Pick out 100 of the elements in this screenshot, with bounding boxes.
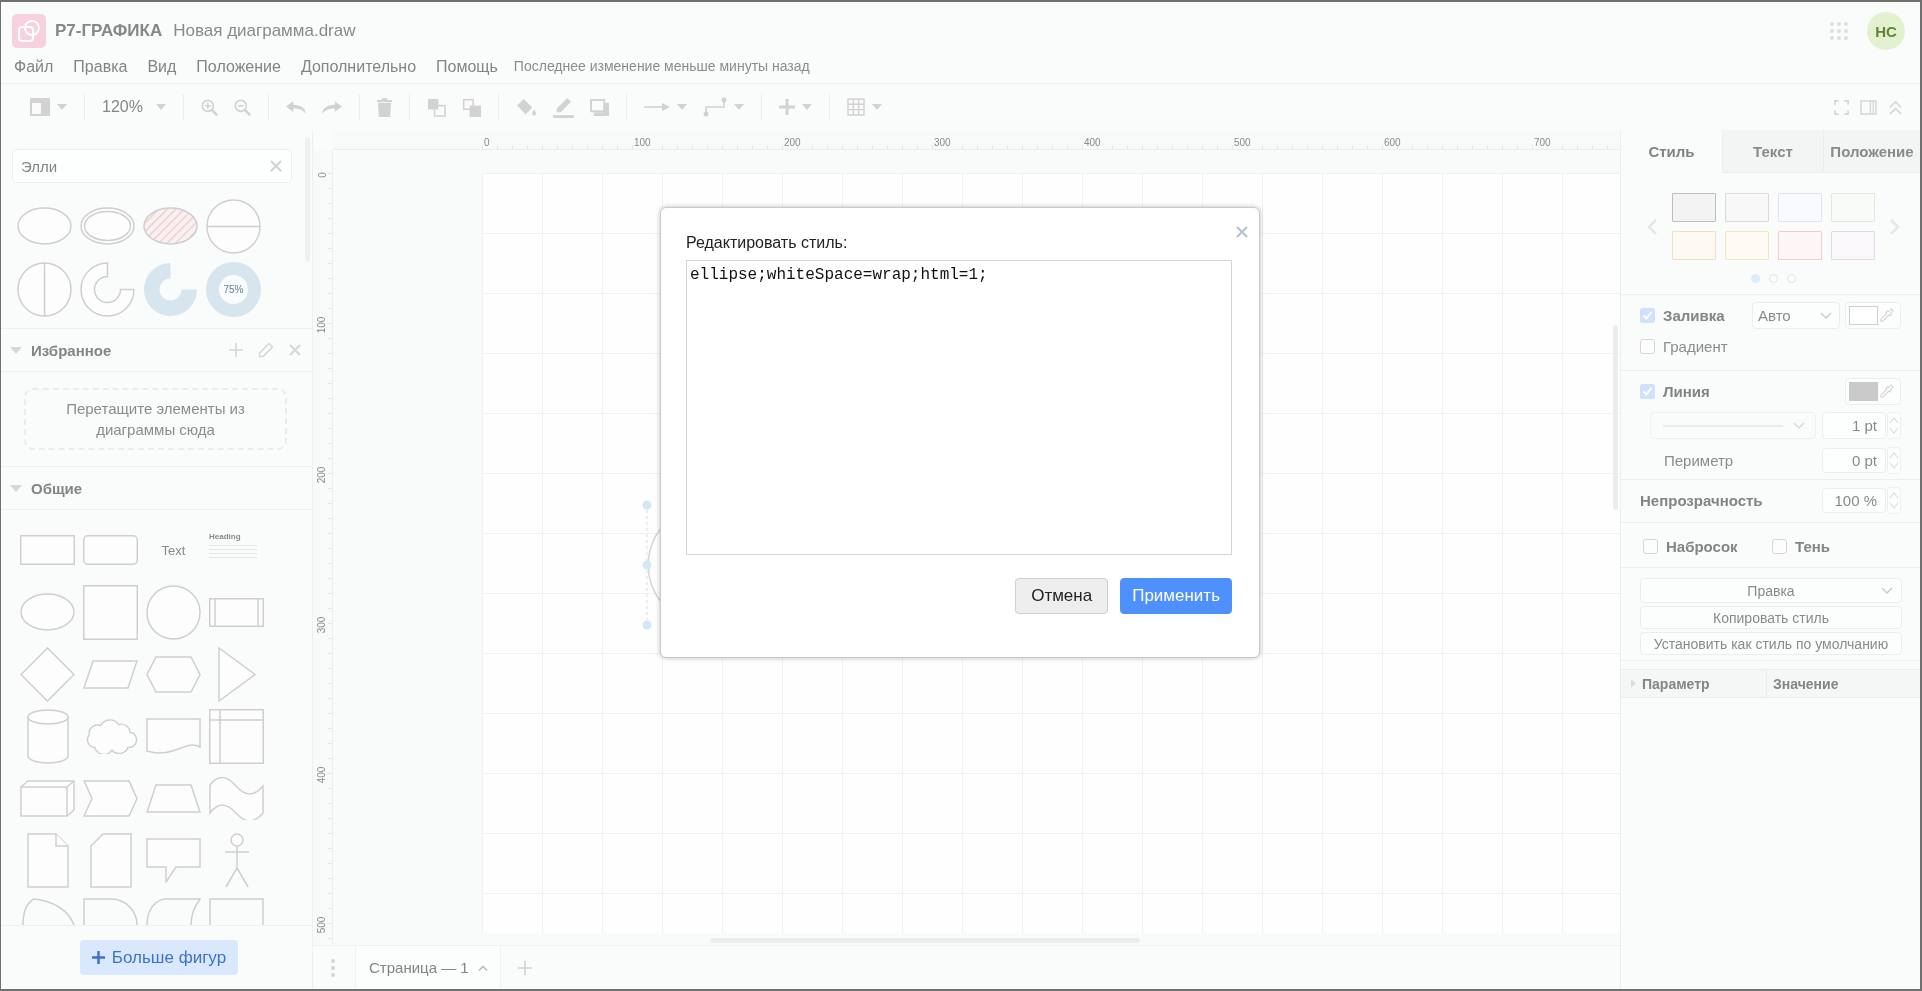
apply-button[interactable]: Применить [1120,578,1232,614]
checkbox[interactable] [1643,538,1658,554]
perimeter-field[interactable]: 0 pt [1822,448,1886,473]
add-page-icon[interactable] [517,960,532,975]
opacity-field[interactable]: 100 % [1822,488,1886,513]
partial-ring-shape[interactable] [80,261,135,317]
parallelogram-shape[interactable] [83,659,138,689]
side-panel-icon[interactable] [1860,99,1877,115]
hexagon-shape[interactable] [146,655,201,693]
text-shape[interactable]: Text [161,542,186,558]
copy-style-button[interactable]: Копировать стиль [1640,606,1902,629]
menu-item[interactable]: Положение [186,57,291,76]
style-preset[interactable] [1831,231,1875,260]
page-tab[interactable]: Страница — 1 [355,946,501,989]
tape-shape[interactable] [209,776,264,820]
style-preset[interactable] [1672,231,1716,260]
search-field[interactable]: Элли [12,149,292,183]
menu-item[interactable]: Файл [4,57,64,76]
more-options-icon[interactable] [331,958,335,977]
eyedropper-icon [1879,384,1894,399]
overlapping-squares-icon [426,97,446,117]
checkbox[interactable] [1640,308,1655,323]
fill-color-button[interactable] [1845,302,1901,329]
diamond-shape[interactable] [20,646,75,702]
double-ellipse-shape[interactable] [80,207,135,245]
curved-shape[interactable] [146,898,201,925]
document-title[interactable]: Новая диаграмма.draw [173,21,356,41]
user-avatar[interactable]: НС [1867,12,1905,50]
callout-shape[interactable] [146,837,201,883]
caret-icon [676,104,687,110]
line-style-dropdown[interactable] [1650,412,1816,439]
triangle-right-icon[interactable] [1631,679,1636,688]
document-shape[interactable] [146,717,201,755]
note-shape[interactable] [26,832,69,888]
cube-shape[interactable] [20,779,75,817]
process-shape[interactable] [209,597,264,627]
line-color-button[interactable] [1845,378,1901,405]
ellipse-shape[interactable] [17,207,72,245]
zoom-dropdown[interactable]: 120% [94,94,174,120]
checkbox[interactable] [1640,338,1655,354]
delay-shape[interactable] [83,898,138,925]
double-chevron-up-icon[interactable] [1888,99,1903,115]
circle-shape[interactable] [146,584,201,640]
checkbox[interactable] [1772,538,1787,554]
more-shapes-button[interactable]: Больше фигур [80,940,238,975]
stepper-icon[interactable] [1887,412,1901,439]
page-dot-icon[interactable] [1751,274,1760,283]
panel-tab[interactable]: Положение [1823,130,1920,173]
close-icon[interactable] [1236,226,1248,238]
cylinder-shape[interactable] [26,708,69,764]
pencil-icon[interactable] [258,342,274,358]
menu-item[interactable]: Дополнительно [290,57,427,76]
resize-handle-icon[interactable] [642,560,652,570]
ellipse-shape[interactable] [20,593,75,631]
style-preset[interactable] [1778,231,1822,260]
menu-item[interactable]: Вид [137,57,187,76]
ruler-label: 0 [484,137,490,148]
resize-handle-icon[interactable] [642,620,652,630]
stepper-icon[interactable] [1887,487,1901,514]
donut-shape[interactable]: 75% [206,261,261,317]
menu-item[interactable]: Помощь [426,57,508,76]
checkbox[interactable] [1640,384,1655,399]
color-swatch-icon [1849,382,1878,401]
close-icon[interactable] [289,344,301,356]
rectangle-shape[interactable] [20,535,75,565]
style-text-field[interactable]: ellipse;whiteSpace=wrap;html=1; [686,260,1232,555]
halved-circle-shape[interactable] [206,198,261,254]
square-shape[interactable] [83,584,138,640]
triangle-down-icon[interactable] [10,346,22,354]
apps-grid-icon[interactable] [1830,22,1848,40]
internal-storage-shape[interactable] [209,708,264,764]
close-icon[interactable] [270,160,282,172]
thick-arc-shape[interactable] [143,261,198,317]
fullscreen-icon[interactable] [1834,99,1849,115]
triangle-shape[interactable] [217,646,256,702]
step-shape[interactable] [83,779,138,817]
line-width-field[interactable]: 1 pt [1822,412,1886,439]
actor-shape[interactable] [222,832,251,888]
resize-handle-icon[interactable] [642,500,652,510]
section-title[interactable]: Избранное [31,341,112,359]
add-icon[interactable] [229,343,243,357]
ruler-label: 600 [1384,137,1401,148]
cancel-button[interactable]: Отмена [1015,578,1109,614]
fill-mode-dropdown[interactable]: Авто [1752,302,1840,329]
style-preset[interactable] [1778,193,1822,222]
edit-style-dropdown[interactable]: Правка [1640,578,1902,603]
trapezoid-shape[interactable] [146,783,201,813]
split-circle-shape[interactable] [17,261,72,317]
menu-item[interactable]: Правка [63,57,138,76]
rounded-rectangle-shape[interactable] [83,535,138,565]
curved-shape[interactable] [20,898,75,925]
style-preset[interactable] [1725,193,1769,222]
style-preset[interactable] [1672,193,1716,222]
stepper-icon[interactable] [1887,447,1901,474]
section-title[interactable]: Общие [31,479,83,497]
panel-tab[interactable]: Текст [1722,130,1823,173]
triangle-down-icon[interactable] [10,484,22,492]
set-default-style-button[interactable]: Установить как стиль по умолчанию [1640,632,1902,655]
card-shape[interactable] [89,832,132,888]
hatched-ellipse-shape[interactable] [143,207,198,245]
